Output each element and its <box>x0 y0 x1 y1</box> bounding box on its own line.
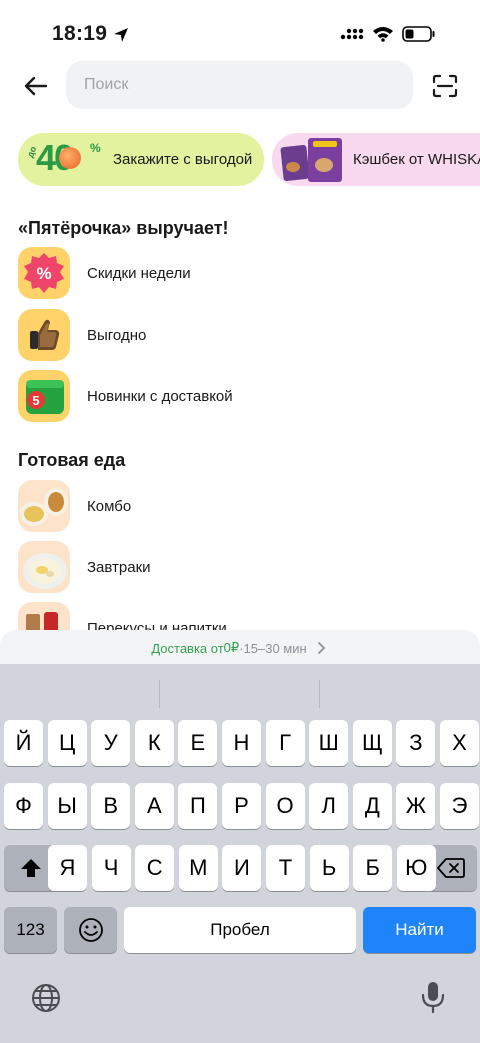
status-time: 18:19 <box>52 22 108 45</box>
emoji-key[interactable] <box>64 907 117 953</box>
suggestion-divider <box>319 680 320 708</box>
letter-key[interactable]: У <box>91 720 131 766</box>
letter-key[interactable]: Ч <box>91 845 131 891</box>
combo-food-icon <box>18 480 70 532</box>
letter-key[interactable]: З <box>396 720 436 766</box>
category-label: Выгодно <box>87 326 147 344</box>
category-breakfast[interactable]: Завтраки <box>18 540 458 594</box>
search-submit-key[interactable]: Найти <box>363 907 476 953</box>
letter-key[interactable]: Е <box>178 720 218 766</box>
letter-key[interactable]: Н <box>222 720 261 766</box>
arrow-left-icon <box>24 76 48 96</box>
letter-key[interactable]: Г <box>265 720 305 766</box>
promo-chip-discount[interactable]: до 40 % Закажите с выгодой <box>18 133 264 186</box>
chevron-right-icon <box>317 642 325 654</box>
delivery-info-bar[interactable]: Доставка от 0₽ · 15–30 мин <box>0 630 480 666</box>
letter-key[interactable]: Х <box>440 720 479 766</box>
location-arrow-icon <box>112 26 130 49</box>
thumbs-up-icon <box>18 309 70 361</box>
promo-label: Закажите с выгодой <box>113 151 253 168</box>
globe-icon[interactable] <box>30 982 62 1019</box>
letter-key[interactable]: Р <box>222 783 261 829</box>
search-header <box>0 60 480 112</box>
promo-carousel: до 40 % Закажите с выгодой Кэшбек от WHI… <box>18 133 480 187</box>
letter-key[interactable]: В <box>91 783 131 829</box>
category-label: Скидки недели <box>87 264 191 282</box>
whiskas-pack-icon <box>280 136 346 184</box>
shift-icon <box>20 859 41 877</box>
back-button[interactable] <box>20 70 52 102</box>
svg-text:5: 5 <box>32 393 39 408</box>
category-combo[interactable]: Комбо <box>18 479 458 533</box>
letter-key[interactable]: Я <box>48 845 87 891</box>
numbers-key[interactable]: 123 <box>4 907 57 953</box>
space-key[interactable]: Пробел <box>124 907 356 953</box>
letter-key[interactable]: Т <box>266 845 305 891</box>
status-indicators <box>340 26 436 47</box>
discount-badge-icon: до 40 % <box>25 137 108 179</box>
wifi-icon <box>372 26 394 47</box>
cellular-signal-icon <box>340 26 364 47</box>
new-delivery-icon: 5 <box>18 370 70 422</box>
letter-key[interactable]: Э <box>440 783 479 829</box>
letter-key[interactable]: Й <box>4 720 43 766</box>
letter-key[interactable]: Ц <box>47 720 87 766</box>
category-profitable[interactable]: Выгодно <box>18 308 458 362</box>
letter-key[interactable]: Ы <box>47 783 87 829</box>
badge-suffix: % <box>90 141 101 155</box>
search-box[interactable] <box>66 61 413 109</box>
letter-key[interactable]: О <box>265 783 305 829</box>
letter-key[interactable]: Л <box>309 783 349 829</box>
letter-key[interactable]: Д <box>352 783 392 829</box>
battery-icon <box>402 26 436 47</box>
category-new-delivery[interactable]: 5 Новинки с доставкой <box>18 369 458 423</box>
letter-key[interactable]: Ж <box>396 783 436 829</box>
letter-key[interactable]: Щ <box>352 720 392 766</box>
delivery-time: 15–30 мин <box>243 640 307 656</box>
letter-key[interactable]: А <box>134 783 174 829</box>
promo-label: Кэшбек от WHISKAS <box>353 151 480 168</box>
delivery-price: 0₽ <box>223 640 240 655</box>
search-input[interactable] <box>66 61 413 109</box>
barcode-scan-icon <box>432 74 458 98</box>
percent-sticker-icon: % <box>18 247 70 299</box>
letter-key[interactable]: Б <box>353 845 393 891</box>
letter-key[interactable]: И <box>222 845 262 891</box>
category-label: Новинки с доставкой <box>87 387 233 405</box>
microphone-icon[interactable] <box>420 980 446 1019</box>
letter-key[interactable]: П <box>178 783 218 829</box>
backspace-icon <box>436 858 465 878</box>
letter-key[interactable]: Ш <box>309 720 349 766</box>
section-title: Готовая еда <box>18 450 126 470</box>
keyboard: 123 Пробел Найти ЙЦУКЕНГШЩЗХ ФЫВАПРОЛДЖЭ Я… <box>0 664 480 1043</box>
emoji-icon <box>78 918 103 942</box>
suggestion-divider <box>159 680 160 708</box>
promo-chip-cashback[interactable]: Кэшбек от WHISKAS <box>272 133 480 186</box>
letter-key[interactable]: Ю <box>396 845 436 891</box>
letter-key[interactable]: Ь <box>309 845 349 891</box>
section-title: «Пятёрочка» выручает! <box>18 218 229 238</box>
category-label: Комбо <box>87 497 132 515</box>
letter-key[interactable]: К <box>134 720 174 766</box>
category-discounts[interactable]: % Скидки недели <box>18 246 458 300</box>
status-bar: 18:19 <box>0 0 480 60</box>
delivery-prefix: Доставка от <box>151 640 224 656</box>
letter-key[interactable]: С <box>135 845 175 891</box>
letter-key[interactable]: М <box>178 845 218 891</box>
letter-key[interactable]: Ф <box>4 783 43 829</box>
peach-icon <box>59 147 81 169</box>
category-label: Завтраки <box>87 558 151 576</box>
scan-button[interactable] <box>428 70 462 102</box>
svg-text:%: % <box>36 264 51 283</box>
breakfast-icon <box>18 541 70 593</box>
